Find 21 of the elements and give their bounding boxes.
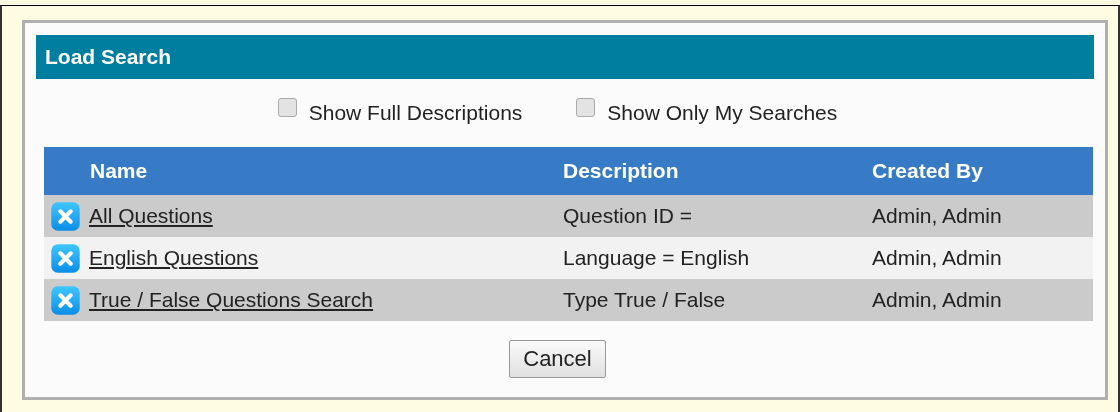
column-header: Description (563, 159, 680, 183)
search-link[interactable]: True / False Questions Search (89, 288, 373, 312)
delete-icon[interactable] (50, 242, 81, 274)
table-cell-text: Question ID = (563, 204, 693, 228)
search-link[interactable]: English Questions (89, 246, 259, 270)
table-cell-text: Admin, Admin (872, 204, 1003, 228)
delete-icon[interactable] (50, 200, 81, 232)
dialog-title: Load Search (36, 35, 1094, 79)
checkbox-label[interactable]: Show Only My Searches (607, 101, 838, 125)
cancel-button[interactable]: Cancel (509, 340, 606, 378)
search-link[interactable]: All Questions (89, 204, 213, 228)
table-cell-text: Type True / False (563, 288, 727, 312)
table-cell-text: Language = English (563, 246, 751, 270)
table-cell-text: Admin, Admin (872, 246, 1003, 270)
checkbox[interactable] (277, 97, 297, 117)
delete-icon[interactable] (50, 284, 81, 316)
column-header: Name (89, 159, 149, 183)
checkbox-label[interactable]: Show Full Descriptions (308, 101, 523, 125)
table-cell-text: Admin, Admin (872, 288, 1003, 312)
column-header: Created By (872, 159, 984, 183)
checkbox[interactable] (576, 97, 596, 117)
